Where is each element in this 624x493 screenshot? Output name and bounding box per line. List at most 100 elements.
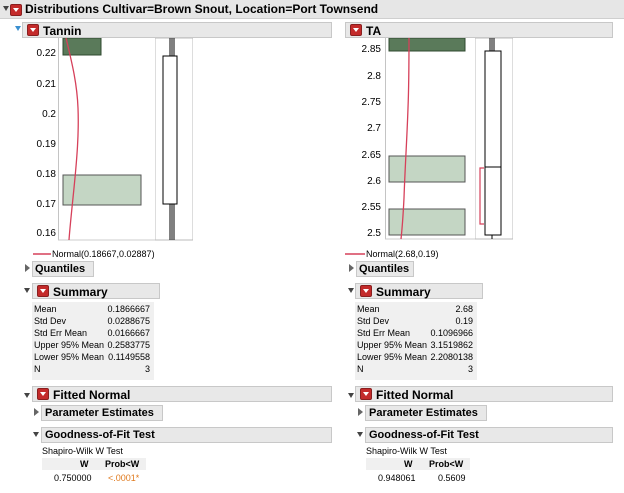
y-tick-label: 0.16 bbox=[36, 228, 56, 239]
stat-value: 0.0288675 bbox=[107, 316, 150, 326]
legend-line-icon bbox=[345, 253, 365, 255]
stat-value: 0.1149558 bbox=[108, 352, 150, 362]
disclosure-closed-icon[interactable] bbox=[25, 264, 30, 272]
disclosure-closed-icon[interactable] bbox=[358, 408, 363, 416]
red-triangle-menu-icon[interactable] bbox=[360, 388, 372, 400]
gof-header[interactable]: Goodness-of-Fit Test bbox=[365, 427, 613, 443]
y-tick-label: 2.6 bbox=[367, 176, 381, 187]
stat-value: 0.2583775 bbox=[107, 340, 150, 350]
panel-header[interactable]: TA bbox=[345, 22, 613, 38]
stat-value: 2.2080138 bbox=[430, 352, 473, 362]
panel-title: TA bbox=[366, 24, 382, 38]
p-value: 0.5609 bbox=[438, 473, 466, 483]
y-tick-label: 2.8 bbox=[367, 71, 381, 82]
fitted-normal-label: Fitted Normal bbox=[376, 388, 454, 402]
stat-label: Std Dev bbox=[357, 316, 390, 326]
stat-label: Upper 95% Mean bbox=[357, 340, 428, 350]
summary-table: Mean 0.1866667 Std Dev 0.0288675 Std Err… bbox=[32, 302, 154, 380]
red-triangle-menu-icon[interactable] bbox=[27, 24, 39, 36]
red-triangle-menu-icon[interactable] bbox=[10, 4, 22, 16]
y-tick-label: 0.2 bbox=[42, 109, 56, 120]
disclosure-closed-icon[interactable] bbox=[349, 264, 354, 272]
legend-label: Normal(2.68,0.19) bbox=[366, 249, 439, 259]
fitted-normal-label: Fitted Normal bbox=[53, 388, 131, 402]
stat-label: Lower 95% Mean bbox=[357, 352, 428, 362]
stat-label: Std Err Mean bbox=[357, 328, 411, 338]
histogram-bar bbox=[388, 208, 466, 236]
stat-value: 0.0166667 bbox=[107, 328, 150, 338]
y-tick-label: 2.5 bbox=[367, 228, 381, 239]
disclosure-open-icon[interactable] bbox=[24, 393, 30, 398]
y-tick-label: 0.21 bbox=[36, 79, 56, 90]
stat-label: N bbox=[357, 364, 364, 374]
test-name: Shapiro-Wilk W Test bbox=[366, 446, 447, 456]
histogram-bar bbox=[388, 38, 466, 52]
red-triangle-menu-icon[interactable] bbox=[37, 388, 49, 400]
disclosure-open-icon[interactable] bbox=[24, 288, 30, 293]
legend-line-icon bbox=[33, 253, 51, 255]
summary-header[interactable]: Summary Statistics bbox=[355, 283, 483, 315]
gof-label: Goodness-of-Fit Test bbox=[45, 429, 155, 441]
parameter-estimates-header[interactable]: Parameter Estimates bbox=[41, 405, 163, 421]
stat-value: 3 bbox=[467, 364, 473, 374]
quantiles-label: Quantiles bbox=[35, 263, 86, 275]
box-plot bbox=[155, 38, 193, 241]
disclosure-closed-icon[interactable] bbox=[34, 408, 39, 416]
outline-title-text: Distributions Cultivar=Brown Snout, Loca… bbox=[25, 2, 379, 16]
stat-value: 0.19 bbox=[455, 316, 473, 326]
panel-title: Tannin bbox=[43, 24, 82, 38]
stat-value: 3 bbox=[144, 364, 150, 374]
column-header-w: W bbox=[80, 459, 89, 469]
stat-label: N bbox=[34, 364, 41, 374]
outline-title: Distributions Cultivar=Brown Snout, Loca… bbox=[0, 0, 624, 19]
stat-value: 0.1096966 bbox=[430, 328, 473, 338]
summary-table: Mean 2.68 Std Dev 0.19 Std Err Mean 0.10… bbox=[355, 302, 477, 380]
disclosure-open-icon[interactable] bbox=[33, 432, 39, 437]
red-triangle-menu-icon[interactable] bbox=[360, 285, 372, 297]
stat-label: Mean bbox=[357, 304, 380, 314]
legend-label: Normal(0.18667,0.02887) bbox=[52, 249, 155, 259]
disclosure-open-icon[interactable] bbox=[348, 288, 354, 293]
y-tick-label: 0.19 bbox=[36, 139, 56, 150]
stat-label: Std Dev bbox=[34, 316, 67, 326]
w-value: 0.750000 bbox=[54, 473, 92, 483]
fitted-normal-header[interactable]: Fitted Normal bbox=[355, 386, 613, 402]
parameter-estimates-header[interactable]: Parameter Estimates bbox=[365, 405, 487, 421]
disclosure-open-icon[interactable] bbox=[357, 432, 363, 437]
stat-label: Lower 95% Mean bbox=[34, 352, 105, 362]
stat-value: 0.1866667 bbox=[107, 304, 150, 314]
stat-label: Mean bbox=[34, 304, 57, 314]
red-triangle-menu-icon[interactable] bbox=[37, 285, 49, 297]
panel-header[interactable]: Tannin bbox=[22, 22, 332, 38]
fitted-normal-header[interactable]: Fitted Normal bbox=[32, 386, 332, 402]
disclosure-open-icon[interactable] bbox=[3, 6, 9, 11]
stat-label: Std Err Mean bbox=[34, 328, 88, 338]
y-tick-label: 2.65 bbox=[361, 150, 381, 161]
parameter-estimates-label: Parameter Estimates bbox=[369, 407, 478, 419]
stat-value: 3.1519862 bbox=[430, 340, 473, 350]
stat-label: Upper 95% Mean bbox=[34, 340, 105, 350]
normal-curve bbox=[65, 38, 79, 241]
y-tick-label: 2.7 bbox=[367, 123, 381, 134]
column-header-prob: Prob<W bbox=[429, 459, 464, 469]
y-tick-label: 2.75 bbox=[361, 97, 381, 108]
w-value: 0.948061 bbox=[378, 473, 416, 483]
stat-value: 2.68 bbox=[455, 304, 473, 314]
box-plot bbox=[475, 38, 513, 240]
y-tick-label: 0.22 bbox=[36, 48, 56, 59]
column-header-prob: Prob<W bbox=[105, 459, 140, 469]
column-header-w: W bbox=[404, 459, 413, 469]
y-tick-label: 2.55 bbox=[361, 202, 381, 213]
parameter-estimates-label: Parameter Estimates bbox=[45, 407, 154, 419]
quantiles-header[interactable]: Quantiles bbox=[356, 261, 414, 277]
p-value: <.0001* bbox=[108, 473, 140, 483]
red-triangle-menu-icon[interactable] bbox=[350, 24, 362, 36]
y-tick-label: 0.17 bbox=[36, 199, 56, 210]
disclosure-open-icon[interactable] bbox=[348, 393, 354, 398]
histogram-bar bbox=[388, 155, 466, 183]
quantiles-header[interactable]: Quantiles bbox=[32, 261, 94, 277]
gof-header[interactable]: Goodness-of-Fit Test bbox=[41, 427, 332, 443]
disclosure-open-icon[interactable] bbox=[15, 26, 21, 31]
summary-header[interactable]: Summary Statistics bbox=[32, 283, 160, 315]
quantiles-label: Quantiles bbox=[359, 263, 410, 275]
